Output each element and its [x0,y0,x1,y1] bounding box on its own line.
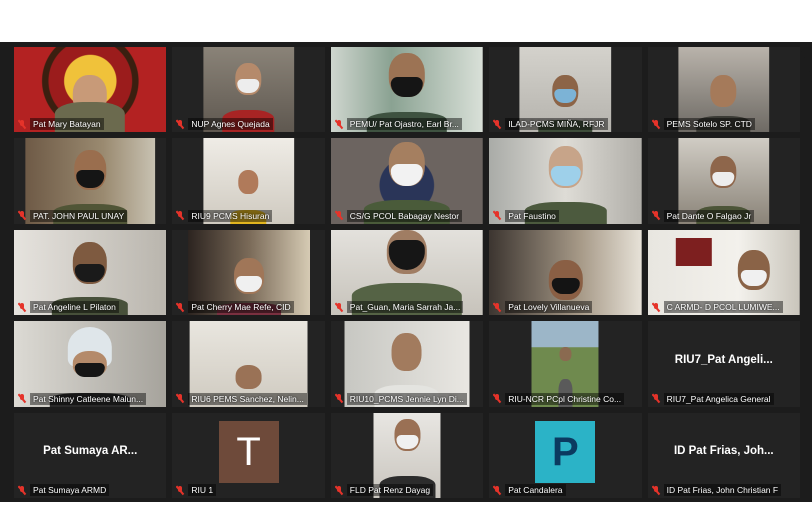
participant-tile[interactable]: Pat Cherry Mae Refe, CID [172,229,325,316]
muted-mic-icon [176,211,184,220]
muted-mic-icon [335,119,343,129]
muted-mic-icon [335,302,343,312]
participant-tile[interactable]: RIU7_Pat Angeli... RIU7_Pat Angelica Gen… [647,321,800,407]
muted-mic-icon [652,394,660,403]
participant-tile[interactable]: CS/G PCOL Babagay Nestor [330,138,484,224]
participant-tile[interactable]: Pat Sumaya AR... Pat Sumaya ARMD [14,412,167,498]
muted-mic-icon [176,394,184,403]
participant-tile[interactable]: RIU10_PCMS Jennie Lyn Di... [330,321,484,407]
participant-tile[interactable]: Pat Dante O Falgao Jr [647,138,800,224]
participant-tile[interactable]: Pat Lovely Villanueva [489,229,642,316]
participant-tile[interactable]: Pat_Guan, Maria Sarrah Ja... [330,229,484,316]
participant-name-display: ID Pat Frias, Joh... [673,445,774,458]
avatar: P [535,421,596,484]
muted-mic-icon [18,119,26,129]
gallery-grid: Pat Mary Batayan NUP Agnes Quejada PEMU/… [14,47,800,498]
muted-mic-icon [18,485,26,495]
muted-mic-icon [335,485,343,495]
participant-tile[interactable]: PEMS Sotelo SP. CTD [647,47,800,133]
participant-tile[interactable]: RIU9 PCMS Hisuran [172,138,325,224]
participant-tile[interactable]: RIU-NCR PCpl Christine Co... [489,321,642,407]
participant-tile[interactable]: PAT. JOHN PAUL UNAY [14,138,167,224]
participant-tile[interactable]: Pat Angeline L Pilaton [14,229,167,316]
avatar: T [218,421,279,484]
participant-tile[interactable]: PEMU/ Pat Ojastro, Earl Br... [330,47,484,133]
muted-mic-icon [652,485,660,495]
muted-mic-icon [176,119,184,129]
muted-mic-icon [335,394,343,403]
participant-name-display: RIU7_Pat Angeli... [674,353,773,366]
muted-mic-icon [18,211,26,220]
participant-tile[interactable]: C ARMD- D PCOL LUMIWE... [647,229,800,316]
muted-mic-icon [493,211,501,220]
muted-mic-icon [493,485,501,495]
participant-tile[interactable]: RIU6 PEMS Sanchez, Nelin... [172,321,325,407]
muted-mic-icon [493,119,501,129]
muted-mic-icon [18,394,26,403]
participant-tile[interactable]: FLD Pat Renz Dayag [330,412,484,498]
muted-mic-icon [18,302,26,312]
participant-tile[interactable]: P Pat Candalera [489,412,642,498]
muted-mic-icon [652,119,660,129]
muted-mic-icon [335,211,343,220]
muted-mic-icon [652,211,660,220]
muted-mic-icon [176,302,184,312]
participant-tile[interactable]: Pat Shinny Catleene Malun... [14,321,167,407]
muted-mic-icon [493,394,501,403]
participant-tile[interactable]: ILAD-PCMS MIÑA, RFJR [489,47,642,133]
participant-tile[interactable]: NUP Agnes Quejada [172,47,325,133]
participant-tile[interactable]: T RIU 1 [172,412,325,498]
participant-tile[interactable]: Pat Faustino [489,138,642,224]
participant-tile[interactable]: Pat Mary Batayan [14,47,167,133]
muted-mic-icon [652,302,660,312]
muted-mic-icon [493,302,501,312]
participant-name-display: Pat Sumaya AR... [43,445,138,458]
muted-mic-icon [176,485,184,495]
participant-tile[interactable]: ID Pat Frias, Joh... ID Pat Frias, John … [647,412,800,498]
